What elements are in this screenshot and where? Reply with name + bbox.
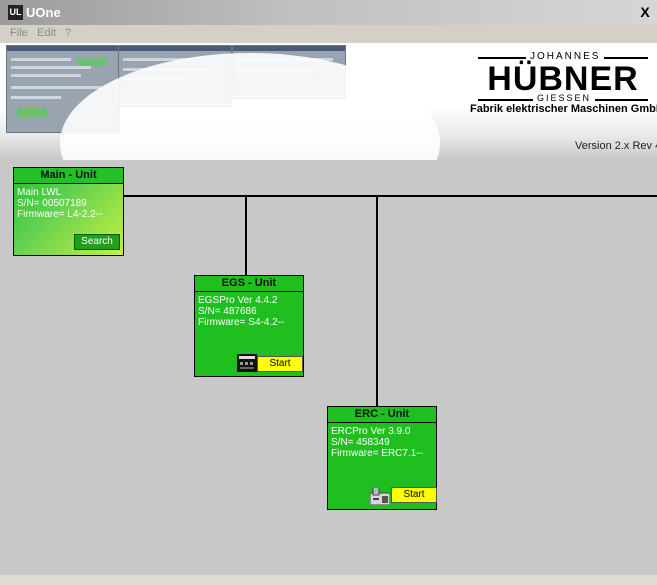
erc-unit-serial: S/N= 458349 bbox=[331, 437, 390, 448]
main-unit-header: Main - Unit bbox=[14, 168, 123, 184]
main-unit-name: Main LWL bbox=[17, 187, 62, 198]
search-button[interactable]: Search bbox=[74, 234, 120, 250]
egs-connector-line bbox=[245, 196, 247, 276]
bus-line bbox=[122, 195, 657, 197]
menu-file[interactable]: File bbox=[10, 27, 28, 39]
unit-topology-diagram: Main - Unit Main LWL S/N= 00507189 Firmw… bbox=[0, 160, 657, 575]
window-title: UOne bbox=[26, 5, 61, 20]
app-icon: UL bbox=[8, 5, 23, 20]
header-banner: JOHANNES HÜBNER GIESSEN Fabrik elektrisc… bbox=[0, 43, 657, 160]
erc-unit-header: ERC - Unit bbox=[328, 407, 436, 423]
menu-bar: File Edit ? bbox=[0, 25, 657, 43]
version-label: Version 2.x Rev 4.0 bbox=[575, 140, 657, 152]
egs-unit-name: EGSPro Ver 4.4.2 bbox=[198, 295, 278, 306]
title-bar: UL UOne X bbox=[0, 0, 657, 25]
status-bar bbox=[0, 575, 657, 585]
encoder-device-icon bbox=[237, 354, 257, 372]
company-name: Fabrik elektrischer Maschinen GmbH bbox=[470, 103, 657, 115]
main-unit-info: Main LWL S/N= 00507189 Firmware= L4-2.2-… bbox=[17, 187, 102, 220]
egs-unit-header: EGS - Unit bbox=[195, 276, 303, 292]
erc-unit-name: ERCPro Ver 3.9.0 bbox=[331, 426, 411, 437]
erc-unit-info: ERCPro Ver 3.9.0 S/N= 458349 Firmware= E… bbox=[331, 426, 423, 459]
main-unit-panel[interactable]: Main - Unit Main LWL S/N= 00507189 Firmw… bbox=[13, 167, 124, 256]
erc-start-button[interactable]: Start bbox=[391, 487, 437, 503]
egs-unit-panel[interactable]: EGS - Unit EGSPro Ver 4.4.2 S/N= 487686 … bbox=[194, 275, 304, 377]
erc-unit-panel[interactable]: ERC - Unit ERCPro Ver 3.9.0 S/N= 458349 … bbox=[327, 406, 437, 510]
egs-start-button[interactable]: Start bbox=[257, 356, 303, 372]
main-unit-firmware: Firmware= L4-2.2-- bbox=[17, 209, 103, 220]
erc-connector-line bbox=[376, 196, 378, 406]
menu-edit[interactable]: Edit bbox=[37, 27, 56, 39]
egs-unit-firmware: Firmware= S4-4.2-- bbox=[198, 317, 285, 328]
egs-unit-info: EGSPro Ver 4.4.2 S/N= 487686 Firmware= S… bbox=[198, 295, 284, 328]
screenshot-collage bbox=[0, 43, 440, 160]
huebner-logo: JOHANNES HÜBNER GIESSEN bbox=[478, 51, 648, 107]
logo-giessen: GIESSEN bbox=[533, 93, 596, 103]
menu-help[interactable]: ? bbox=[65, 27, 71, 39]
logo-hubner: HÜBNER bbox=[487, 60, 639, 98]
main-unit-serial: S/N= 00507189 bbox=[17, 198, 87, 209]
controller-device-icon bbox=[370, 487, 390, 505]
egs-unit-serial: S/N= 487686 bbox=[198, 306, 257, 317]
close-button[interactable]: X bbox=[637, 4, 653, 20]
erc-unit-firmware: Firmware= ERC7.1-- bbox=[331, 448, 423, 459]
